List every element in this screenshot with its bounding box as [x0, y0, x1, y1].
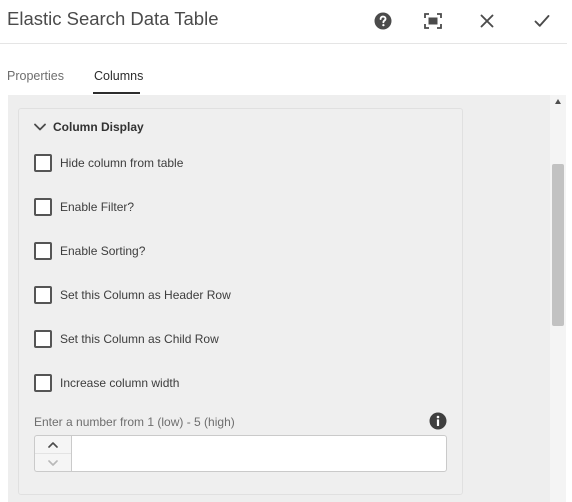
number-stepper	[34, 435, 71, 472]
column-display-toggle[interactable]: Column Display	[34, 119, 144, 135]
checkbox-label: Set this Column as Header Row	[60, 288, 231, 302]
section-title: Column Display	[53, 120, 144, 134]
checkbox-child-row[interactable]: Set this Column as Child Row	[34, 330, 219, 348]
checkbox-increase-width[interactable]: Increase column width	[34, 374, 179, 392]
number-field-label: Enter a number from 1 (low) - 5 (high)	[34, 415, 235, 429]
stepper-increment-button[interactable]	[35, 436, 71, 454]
checkbox-hide-column[interactable]: Hide column from table	[34, 154, 183, 172]
checkbox-label: Hide column from table	[60, 156, 184, 170]
chevron-down-icon	[48, 460, 58, 466]
scrollbar-thumb[interactable]	[552, 164, 564, 326]
dialog-header: Elastic Search Data Table	[0, 0, 572, 44]
close-icon	[480, 14, 494, 28]
tab-bar: Properties Columns	[0, 66, 572, 96]
fullscreen-icon	[424, 13, 442, 29]
active-tab-indicator	[93, 92, 140, 94]
checkbox-box[interactable]	[34, 198, 52, 216]
checkbox-box[interactable]	[34, 286, 52, 304]
checkbox-enable-sorting[interactable]: Enable Sorting?	[34, 242, 145, 260]
stepper-decrement-button[interactable]	[35, 454, 71, 472]
chevron-down-icon	[34, 123, 46, 131]
fullscreen-button[interactable]	[421, 10, 445, 32]
checkbox-box[interactable]	[34, 374, 52, 392]
checkbox-label: Enable Filter?	[60, 200, 135, 214]
tab-columns[interactable]: Columns	[94, 69, 143, 83]
info-icon[interactable]	[429, 412, 447, 430]
number-input[interactable]	[71, 435, 447, 472]
checkbox-box[interactable]	[34, 242, 52, 260]
checkbox-box[interactable]	[34, 330, 52, 348]
checkbox-box[interactable]	[34, 154, 52, 172]
checkbox-label: Increase column width	[60, 376, 180, 390]
done-button[interactable]	[530, 10, 554, 32]
checkbox-header-row[interactable]: Set this Column as Header Row	[34, 286, 231, 304]
help-icon	[374, 12, 392, 30]
help-button[interactable]	[371, 10, 395, 32]
header-divider	[0, 43, 567, 44]
close-button[interactable]	[475, 10, 499, 32]
dialog-title: Elastic Search Data Table	[7, 8, 219, 29]
checkbox-label: Set this Column as Child Row	[60, 332, 219, 346]
done-check-icon	[534, 15, 550, 27]
tab-properties[interactable]: Properties	[7, 69, 64, 83]
checkbox-enable-filter[interactable]: Enable Filter?	[34, 198, 134, 216]
scroll-up-arrow-icon[interactable]	[555, 99, 561, 104]
checkbox-label: Enable Sorting?	[60, 244, 146, 258]
chevron-up-icon	[48, 441, 58, 448]
